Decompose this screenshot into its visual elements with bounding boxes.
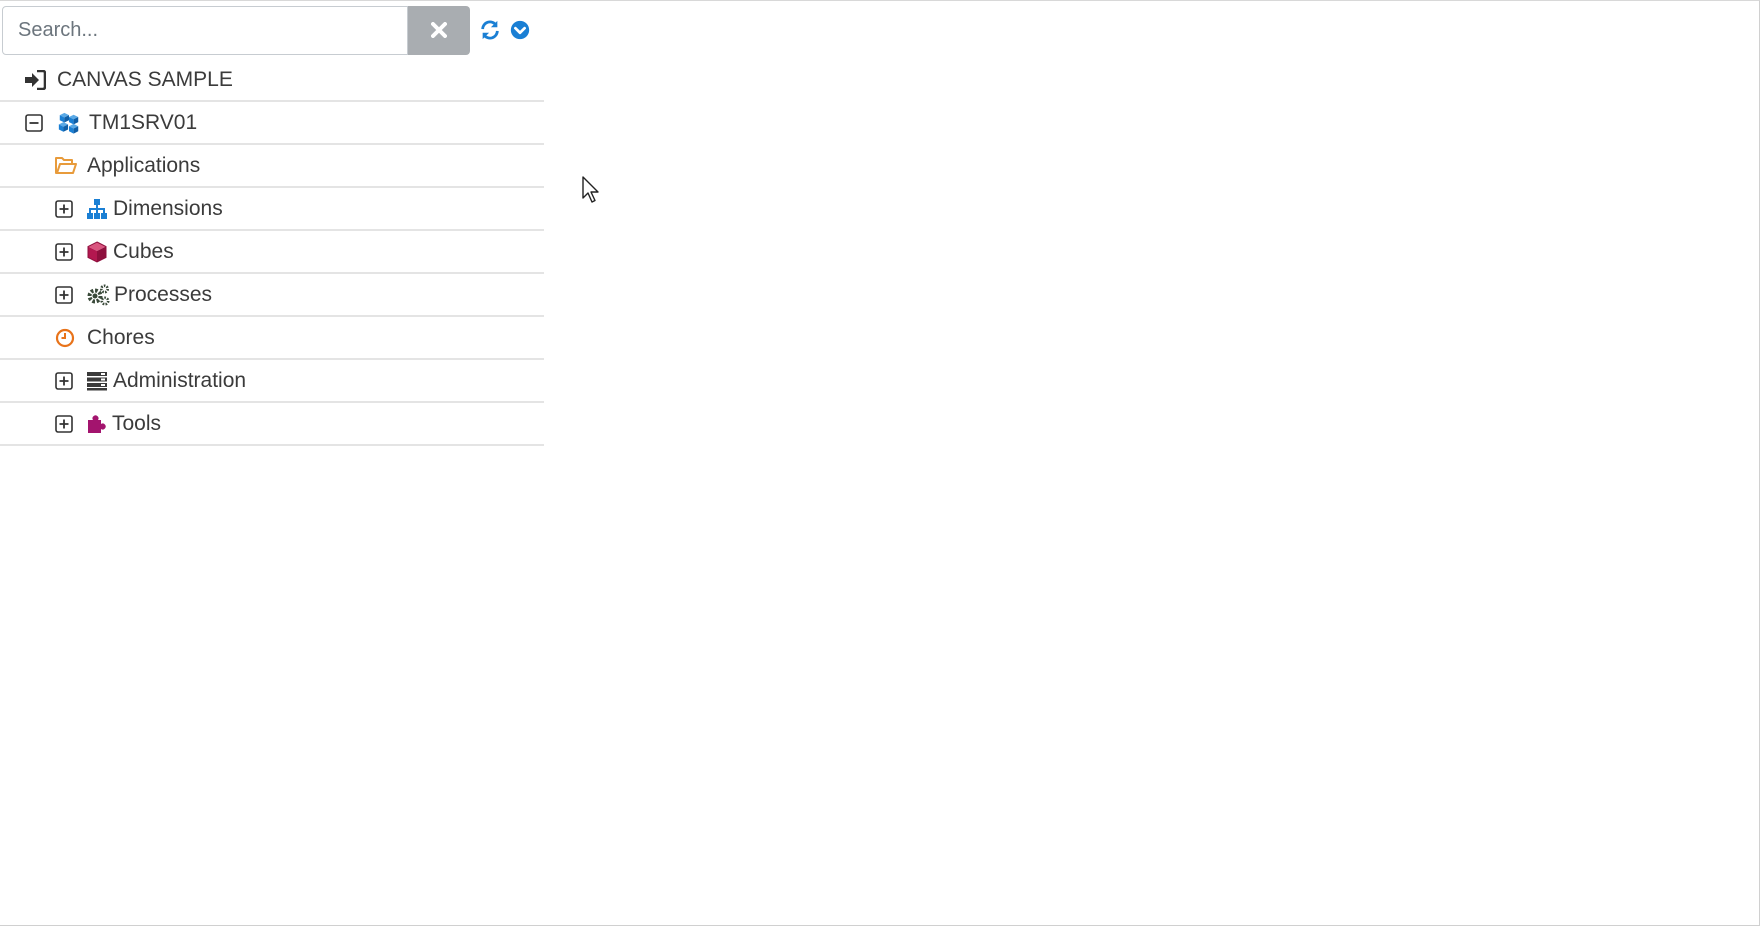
- tree-item-label: CANVAS SAMPLE: [57, 67, 233, 91]
- tree-item-applications[interactable]: Applications: [0, 145, 544, 188]
- tree-item-label: Cubes: [113, 239, 174, 263]
- server-icon: [85, 369, 109, 393]
- folder-open-icon: [54, 154, 78, 178]
- clear-search-button[interactable]: [408, 5, 470, 55]
- cubes-icon: [57, 111, 81, 135]
- expand-icon[interactable]: [55, 199, 73, 218]
- collapse-icon[interactable]: [25, 113, 43, 132]
- clock-icon: [53, 326, 77, 350]
- mouse-cursor-icon: [582, 176, 599, 203]
- cube-icon: [85, 240, 109, 264]
- tree-item-label: Tools: [112, 411, 162, 435]
- expand-icon[interactable]: [55, 285, 73, 304]
- gears-icon: [86, 283, 110, 307]
- tree-item-label: TM1SRV01: [89, 110, 198, 134]
- close-icon: [431, 22, 447, 38]
- refresh-icon[interactable]: [479, 19, 501, 41]
- tree-item-processes[interactable]: Processes: [0, 274, 544, 317]
- search-input[interactable]: [2, 5, 408, 55]
- tree-item-label: Applications: [87, 153, 201, 177]
- expand-icon[interactable]: [55, 414, 73, 433]
- tree-item-canvas-sample[interactable]: CANVAS SAMPLE: [0, 59, 544, 102]
- tree-item-label: Chores: [87, 325, 155, 349]
- expand-icon[interactable]: [55, 242, 73, 261]
- sign-in-icon: [23, 68, 47, 92]
- chevron-circle-down-icon[interactable]: [509, 19, 531, 41]
- tree-item-label: Administration: [113, 368, 247, 392]
- tree-item-label: Processes: [114, 282, 213, 306]
- tree-item-dimensions[interactable]: Dimensions: [0, 188, 544, 231]
- tree-item-server[interactable]: TM1SRV01: [0, 102, 544, 145]
- tree-item-chores[interactable]: Chores: [0, 317, 544, 360]
- puzzle-icon: [85, 412, 109, 436]
- expand-icon[interactable]: [55, 371, 73, 390]
- tree-item-tools[interactable]: Tools: [0, 403, 544, 446]
- server-tree: CANVAS SAMPLE TM1SRV01 Applications Dime…: [0, 59, 544, 446]
- sitemap-icon: [85, 197, 109, 221]
- tree-item-cubes[interactable]: Cubes: [0, 231, 544, 274]
- tree-item-administration[interactable]: Administration: [0, 360, 544, 403]
- tree-item-label: Dimensions: [113, 196, 223, 220]
- search-toolbar: [2, 5, 531, 55]
